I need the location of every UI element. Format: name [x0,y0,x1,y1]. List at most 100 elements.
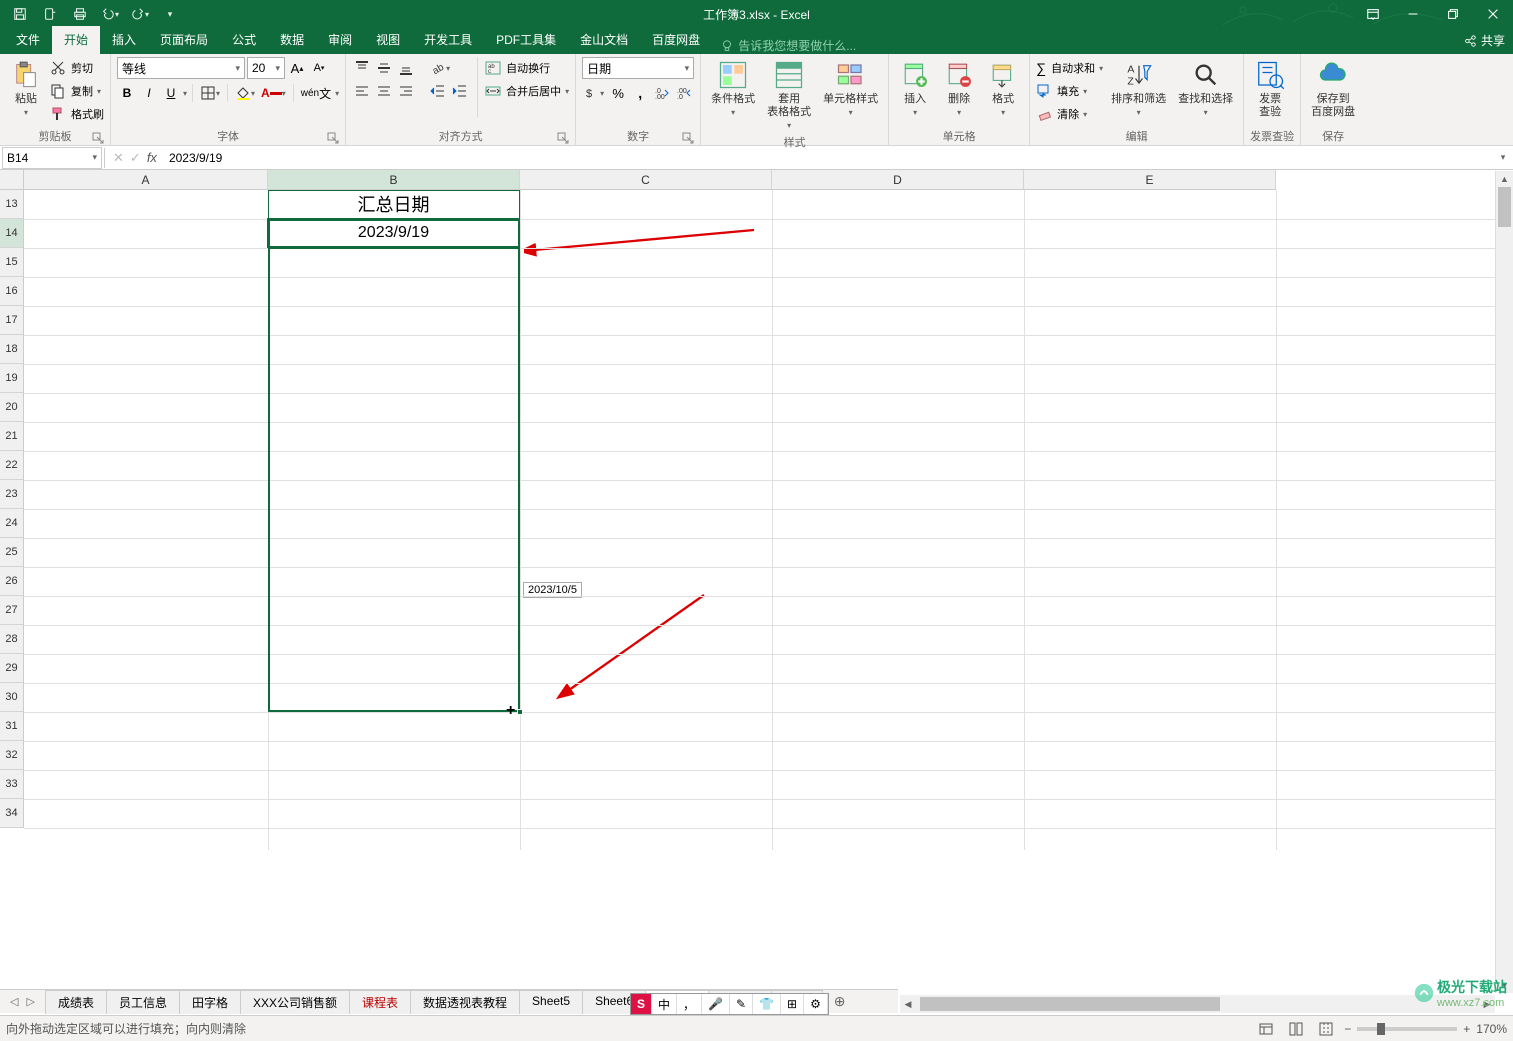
tab-baidu[interactable]: 百度网盘 [640,26,712,54]
row-header-27[interactable]: 27 [0,596,23,625]
percent-button[interactable]: % [608,83,628,103]
fx-button[interactable]: fx [147,150,157,165]
close-button[interactable] [1473,0,1513,28]
zoom-slider[interactable] [1357,1027,1457,1031]
underline-button[interactable]: U [161,83,181,103]
ime-keyboard-icon[interactable]: ⊞ [781,994,804,1014]
minimize-button[interactable] [1393,0,1433,28]
tab-insert[interactable]: 插入 [100,26,148,54]
row-header-23[interactable]: 23 [0,480,23,509]
name-box[interactable]: B14▾ [2,147,102,169]
col-header-A[interactable]: A [24,170,268,190]
row-header-29[interactable]: 29 [0,654,23,683]
increase-font-button[interactable]: A▴ [287,58,307,78]
conditional-format-button[interactable]: 条件格式▾ [707,57,759,119]
align-center-button[interactable] [374,81,394,101]
merge-center-button[interactable]: 合并后居中▾ [485,80,569,102]
sheet-tab-员工信息[interactable]: 员工信息 [106,990,180,1014]
view-page-layout-button[interactable] [1284,1019,1308,1039]
insert-cells-button[interactable]: 插入▾ [895,57,935,119]
fill-handle[interactable] [517,709,523,715]
increase-decimal-button[interactable]: .0.00 [652,83,672,103]
ime-punct[interactable]: ， [677,994,702,1014]
expand-formula-button[interactable]: ▾ [1493,152,1513,163]
sheet-tab-课程表[interactable]: 课程表 [349,990,411,1014]
cell-grid[interactable]: 2023/10/5 汇总日期2023/9/19+ [24,190,1513,850]
align-bottom-button[interactable] [396,58,416,78]
sheet-nav-next[interactable]: ▷ [24,995,36,1008]
fill-button[interactable]: 填充▾ [1036,80,1103,102]
sheet-nav-prev[interactable]: ◁ [8,995,20,1008]
sheet-tab-数据透视表教程[interactable]: 数据透视表教程 [410,990,520,1014]
dialog-launcher-icon[interactable] [557,132,569,144]
dialog-launcher-icon[interactable] [327,132,339,144]
delete-cells-button[interactable]: 删除▾ [939,57,979,119]
autosum-button[interactable]: ∑自动求和▾ [1036,57,1103,79]
tab-home[interactable]: 开始 [52,26,100,54]
wrap-text-button[interactable]: abc自动换行 [485,57,569,79]
row-header-22[interactable]: 22 [0,451,23,480]
row-header-28[interactable]: 28 [0,625,23,654]
row-header-15[interactable]: 15 [0,248,23,277]
col-header-D[interactable]: D [772,170,1024,190]
ime-mic-icon[interactable]: 🎤 [702,994,730,1014]
paste-button[interactable]: 粘贴 ▾ [6,57,46,119]
view-normal-button[interactable] [1254,1019,1278,1039]
font-name-combo[interactable]: 等线▾ [117,57,245,79]
new-sheet-button[interactable]: ⊕ [828,992,852,1011]
row-header-20[interactable]: 20 [0,393,23,422]
orientation-button[interactable]: ab▾ [428,58,452,78]
dialog-launcher-icon[interactable] [92,132,104,144]
row-header-25[interactable]: 25 [0,538,23,567]
col-header-B[interactable]: B [268,170,520,190]
save-baidu-button[interactable]: 保存到 百度网盘 [1307,57,1359,121]
row-header-18[interactable]: 18 [0,335,23,364]
horizontal-scrollbar[interactable]: ◀ ▶ [900,995,1495,1013]
zoom-out-button[interactable]: − [1344,1022,1351,1036]
format-cells-button[interactable]: 格式▾ [983,57,1023,119]
italic-button[interactable]: I [139,83,159,103]
borders-button[interactable]: ▾ [198,83,222,103]
restore-button[interactable] [1433,0,1473,28]
row-header-16[interactable]: 16 [0,277,23,306]
row-header-17[interactable]: 17 [0,306,23,335]
sheet-tab-田字格[interactable]: 田字格 [179,990,241,1014]
clear-button[interactable]: 清除▾ [1036,103,1103,125]
tab-review[interactable]: 审阅 [316,26,364,54]
copy-button[interactable]: 复制▾ [50,80,104,102]
col-header-E[interactable]: E [1024,170,1276,190]
painter-button[interactable]: 格式刷 [50,103,104,125]
row-header-14[interactable]: 14 [0,219,23,248]
vscroll-thumb[interactable] [1498,187,1511,227]
hscroll-thumb[interactable] [920,997,1220,1011]
ime-brand[interactable]: S [631,994,652,1014]
font-size-combo[interactable]: 20▾ [247,57,285,79]
row-header-21[interactable]: 21 [0,422,23,451]
tab-dev[interactable]: 开发工具 [412,26,484,54]
row-header-19[interactable]: 19 [0,364,23,393]
ime-pen-icon[interactable]: ✎ [730,994,753,1014]
col-header-C[interactable]: C [520,170,772,190]
qat-undo-button[interactable]: ▾ [96,2,124,26]
ime-skin-icon[interactable]: 👕 [753,994,781,1014]
increase-indent-button[interactable] [450,81,470,101]
row-header-13[interactable]: 13 [0,190,23,219]
qat-redo-button[interactable]: ▾ [126,2,154,26]
tab-data[interactable]: 数据 [268,26,316,54]
table-format-button[interactable]: 套用 表格格式▾ [763,57,815,132]
vertical-scrollbar[interactable]: ▲ ▼ [1495,171,1513,993]
font-color-button[interactable]: A▾ [259,83,288,103]
align-left-button[interactable] [352,81,372,101]
enter-formula-button[interactable]: ✓ [130,150,141,166]
ime-settings-icon[interactable]: ⚙ [804,994,828,1014]
bold-button[interactable]: B [117,83,137,103]
row-header-34[interactable]: 34 [0,799,23,828]
tab-wps[interactable]: 金山文档 [568,26,640,54]
scroll-up-button[interactable]: ▲ [1496,171,1513,187]
tab-view[interactable]: 视图 [364,26,412,54]
tellme-search[interactable]: 告诉我您想要做什么... [712,37,864,54]
tab-file[interactable]: 文件 [4,26,52,54]
cell-styles-button[interactable]: 单元格样式▾ [819,57,882,119]
decrease-indent-button[interactable] [428,81,448,101]
share-button[interactable]: 共享 [1463,32,1505,49]
